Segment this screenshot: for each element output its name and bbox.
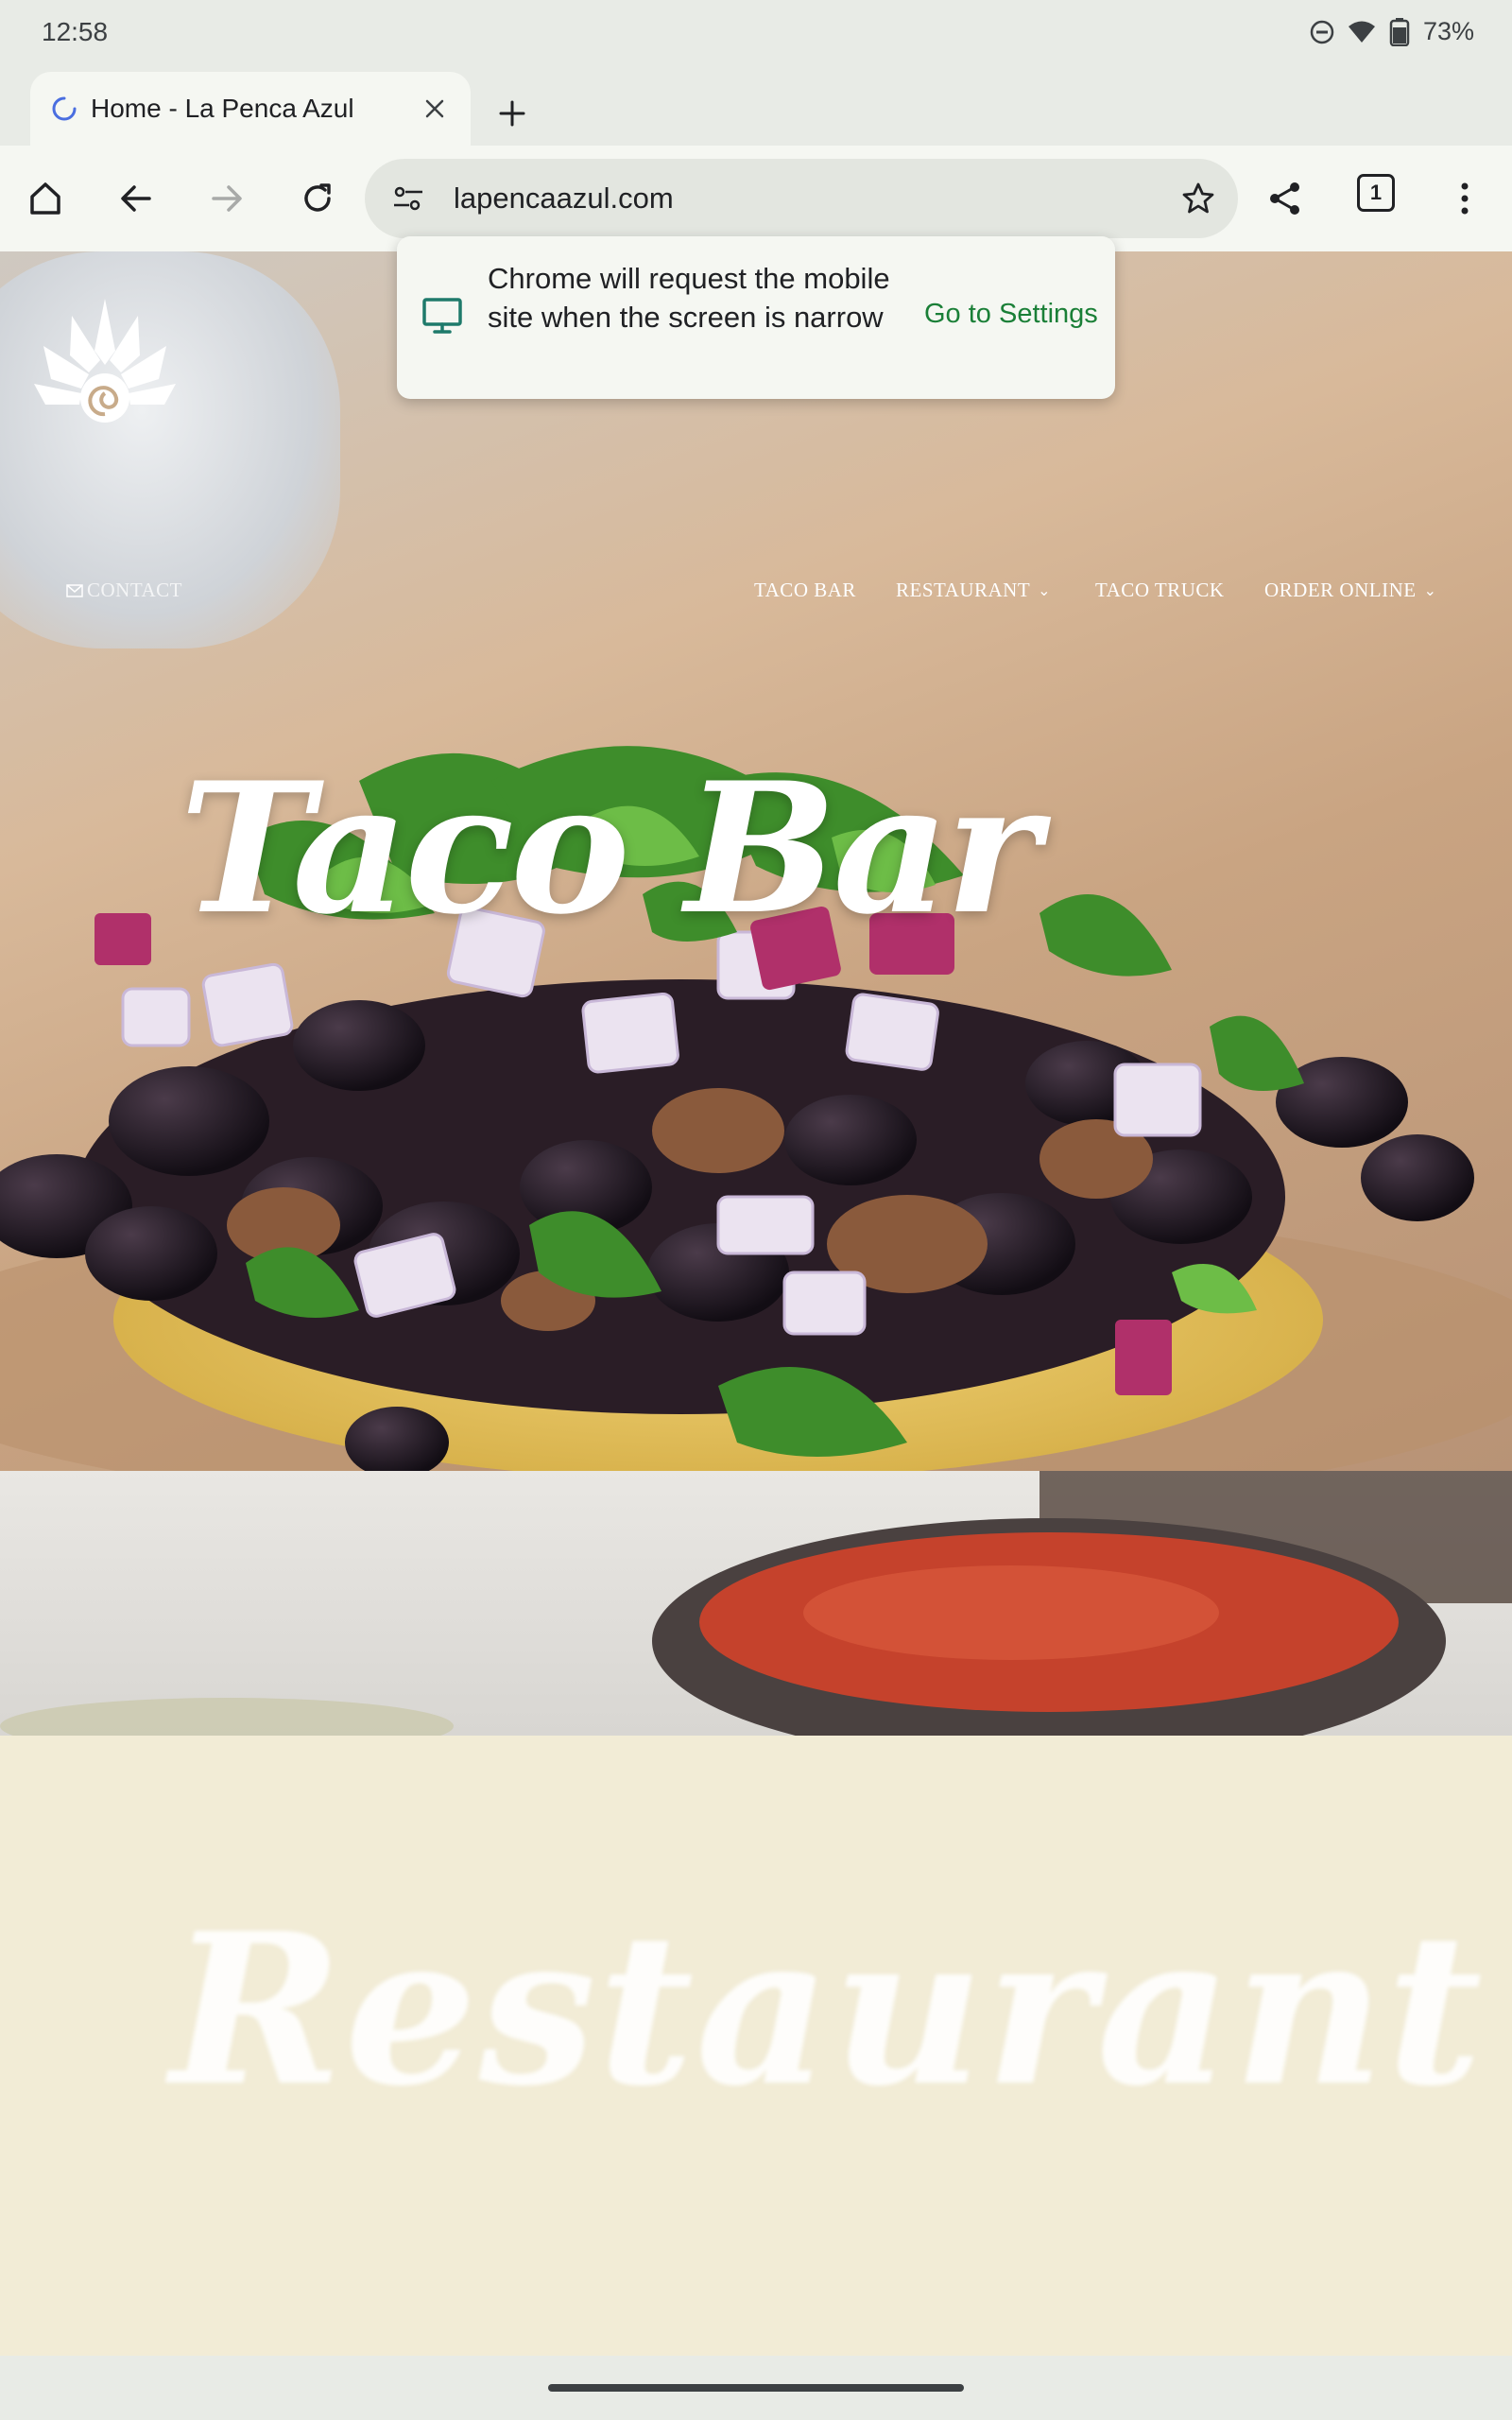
nav-contact-label: CONTACT bbox=[87, 579, 182, 601]
home-icon bbox=[30, 182, 60, 215]
more-vert-icon bbox=[1461, 182, 1469, 215]
nav-restaurant-label: RESTAURANT bbox=[896, 579, 1031, 601]
plus-icon bbox=[499, 100, 525, 127]
nav-taco-truck[interactable]: TACO TRUCK bbox=[1095, 579, 1225, 602]
nav-restaurant[interactable]: RESTAURANT ⌄ bbox=[896, 579, 1051, 602]
bookmark-star-icon[interactable] bbox=[1177, 178, 1219, 219]
web-content: CONTACT TACO BAR RESTAURANT ⌄ TACO TRUCK… bbox=[0, 251, 1512, 2356]
share-icon bbox=[1270, 182, 1299, 215]
wifi-icon bbox=[1348, 20, 1376, 44]
hero-section: CONTACT TACO BAR RESTAURANT ⌄ TACO TRUCK… bbox=[0, 251, 1512, 1471]
forward-button[interactable] bbox=[200, 172, 253, 225]
restaurant-section: Restaurant bbox=[0, 1736, 1512, 2356]
back-button[interactable] bbox=[110, 172, 163, 225]
chevron-down-icon: ⌄ bbox=[1423, 582, 1437, 599]
gesture-handle[interactable] bbox=[548, 2384, 964, 2392]
nav-contact-link[interactable]: CONTACT bbox=[66, 579, 182, 602]
site-settings-icon[interactable] bbox=[387, 178, 429, 219]
forward-arrow-icon bbox=[212, 185, 242, 212]
la-penca-azul-logo-icon bbox=[34, 299, 176, 423]
go-to-settings-button[interactable]: Go to Settings bbox=[924, 299, 1098, 330]
site-logo[interactable] bbox=[34, 299, 176, 431]
status-icons: 73% bbox=[1310, 17, 1474, 46]
restaurant-title: Restaurant bbox=[170, 1887, 1485, 2132]
battery-icon bbox=[1389, 17, 1410, 46]
reload-button[interactable] bbox=[291, 172, 344, 225]
back-arrow-icon bbox=[121, 185, 151, 212]
nav-order-online[interactable]: ORDER ONLINE ⌄ bbox=[1264, 579, 1436, 602]
hero-title: Taco Bar bbox=[180, 743, 1040, 954]
tab-strip: Home - La Penca Azul bbox=[0, 68, 1512, 146]
reload-icon bbox=[304, 183, 331, 212]
nav-taco-bar-label: TACO BAR bbox=[754, 579, 856, 601]
nav-taco-bar[interactable]: TACO BAR bbox=[754, 579, 856, 602]
do-not-disturb-icon bbox=[1310, 20, 1334, 44]
salsa-bowl-photo bbox=[0, 1471, 1512, 1736]
loading-spinner-icon bbox=[52, 96, 77, 121]
nav-order-online-label: ORDER ONLINE bbox=[1264, 579, 1417, 601]
url-text[interactable]: lapencaazul.com bbox=[454, 182, 674, 216]
system-navigation-bar bbox=[0, 2356, 1512, 2420]
chevron-down-icon: ⌄ bbox=[1038, 582, 1052, 599]
mobile-site-popup: Chrome will request the mobile site when… bbox=[397, 236, 1115, 399]
active-tab[interactable]: Home - La Penca Azul bbox=[30, 72, 471, 146]
site-navigation: CONTACT TACO BAR RESTAURANT ⌄ TACO TRUCK… bbox=[0, 579, 1512, 616]
home-button[interactable] bbox=[19, 172, 72, 225]
tab-title: Home - La Penca Azul bbox=[91, 94, 354, 123]
salsa-photo-band bbox=[0, 1471, 1512, 1736]
share-button[interactable] bbox=[1259, 172, 1312, 225]
mail-icon bbox=[66, 583, 83, 597]
address-bar[interactable]: lapencaazul.com bbox=[365, 159, 1238, 238]
new-tab-button[interactable] bbox=[486, 87, 539, 140]
desktop-monitor-icon bbox=[422, 298, 462, 334]
status-time: 12:58 bbox=[42, 17, 109, 46]
nav-taco-truck-label: TACO TRUCK bbox=[1095, 579, 1225, 601]
popup-message: Chrome will request the mobile site when… bbox=[488, 262, 890, 334]
tab-switcher-button[interactable]: 1 bbox=[1357, 174, 1395, 212]
battery-percent: 73% bbox=[1422, 17, 1474, 45]
status-bar: 12:58 73% bbox=[0, 0, 1512, 68]
menu-button[interactable] bbox=[1438, 172, 1491, 225]
close-tab-icon[interactable] bbox=[420, 94, 450, 124]
